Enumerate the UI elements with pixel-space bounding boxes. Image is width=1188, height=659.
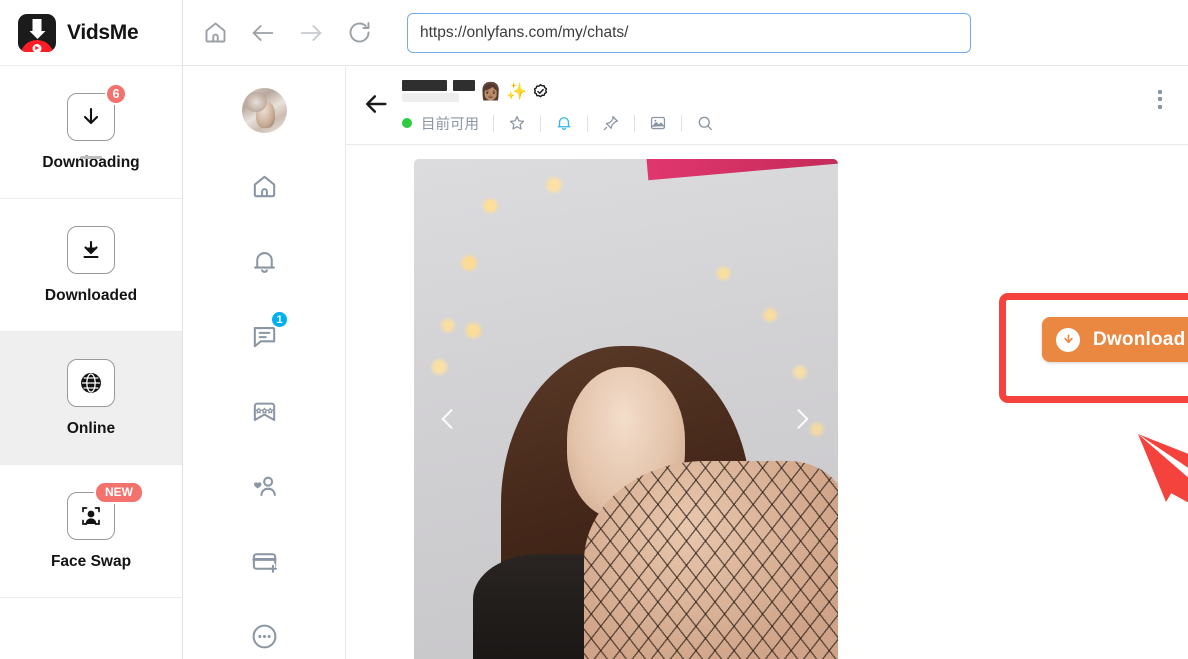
online-status-dot <box>402 118 412 128</box>
chevron-right-icon[interactable] <box>788 405 816 433</box>
download-tray-icon <box>67 225 115 274</box>
rail-item-more[interactable] <box>241 612 287 659</box>
star-icon[interactable] <box>494 109 540 137</box>
sidebar-item-label: Face Swap <box>50 552 132 570</box>
redaction-bar <box>402 80 447 91</box>
vidsme-logo-icon <box>18 13 56 52</box>
progress-underline <box>80 156 102 159</box>
kebab-menu-icon[interactable] <box>1146 84 1174 114</box>
sidebar-item-face-swap[interactable]: NEW Face Swap <box>0 465 182 598</box>
rail-item-home[interactable] <box>241 162 287 210</box>
chat-display-name: 👩🏽 ✨ <box>402 80 728 102</box>
sparkles-emoji-icon: ✨ <box>506 81 528 101</box>
sidebar-item-label: Online <box>66 419 116 437</box>
woman-emoji-icon: 👩🏽 <box>480 81 502 101</box>
search-icon[interactable] <box>682 109 728 137</box>
download-button[interactable]: Dwonload <box>1042 317 1188 362</box>
rail-item-notifications[interactable] <box>241 237 287 285</box>
messages-badge: 1 <box>270 310 289 329</box>
rail-item-messages[interactable]: 1 <box>241 310 289 360</box>
chat-status-row: 目前可用 <box>402 109 728 137</box>
globe-icon <box>67 358 115 407</box>
brand-name: VidsMe <box>67 20 139 44</box>
forward-arrow-icon[interactable] <box>287 10 335 56</box>
bell-icon[interactable] <box>541 109 587 137</box>
verified-badge-icon <box>532 83 549 100</box>
status-text: 目前可用 <box>421 116 479 133</box>
photo-attachment[interactable] <box>414 159 838 659</box>
download-arrow-icon: 6 <box>67 82 127 141</box>
brand-header: VidsMe <box>0 0 182 66</box>
sidebar-badge-downloading: 6 <box>105 82 127 105</box>
sidebar-item-downloaded[interactable]: Downloaded <box>0 199 182 332</box>
app-root: VidsMe 6 Downloading Downloaded Online N… <box>0 0 1188 659</box>
sidebar-item-online[interactable]: Online <box>0 332 182 465</box>
rail-item-add-card[interactable] <box>241 537 287 585</box>
app-sidebar: VidsMe 6 Downloading Downloaded Online N… <box>0 0 183 659</box>
user-avatar[interactable] <box>241 88 287 133</box>
sidebar-spacer <box>0 598 182 659</box>
pin-icon[interactable] <box>588 109 634 137</box>
back-arrow-icon[interactable] <box>362 78 390 123</box>
site-nav-rail: 1 <box>183 66 346 659</box>
url-text[interactable]: https://onlyfans.com/my/chats/ <box>420 24 628 42</box>
chat-identity: 👩🏽 ✨ 目前可用 <box>402 78 728 137</box>
address-bar[interactable]: https://onlyfans.com/my/chats/ <box>407 12 971 53</box>
download-button-label: Dwonload <box>1093 328 1186 350</box>
rail-item-collections[interactable] <box>241 387 287 435</box>
image-icon[interactable] <box>635 109 681 137</box>
sidebar-item-downloading[interactable]: 6 Downloading <box>0 66 182 199</box>
back-arrow-icon[interactable] <box>239 10 287 56</box>
web-page: 1 👩🏽 ✨ 目前可用 Dwonload <box>183 66 1188 659</box>
download-circle-icon <box>1056 327 1080 352</box>
chat-column: 👩🏽 ✨ 目前可用 Dwonload <box>346 66 1188 659</box>
sidebar-item-label: Downloaded <box>44 286 138 304</box>
home-icon[interactable] <box>191 10 239 56</box>
reload-icon[interactable] <box>335 10 383 56</box>
rail-item-subscriptions[interactable] <box>241 462 287 510</box>
annotation-arrow <box>1136 420 1188 620</box>
redaction-bar <box>402 93 459 102</box>
sidebar-badge-new: NEW <box>94 480 144 504</box>
chat-header: 👩🏽 ✨ 目前可用 <box>346 66 1188 145</box>
browser-toolbar: https://onlyfans.com/my/chats/ <box>183 0 1188 66</box>
face-swap-icon: NEW <box>67 480 144 540</box>
chevron-left-icon[interactable] <box>434 405 462 433</box>
redaction-bar <box>453 80 475 91</box>
chat-message-area: Dwonload <box>346 145 1188 659</box>
redacted-name <box>402 80 475 102</box>
browser-pane: https://onlyfans.com/my/chats/ 1 👩🏽 ✨ 目前… <box>183 0 1188 659</box>
